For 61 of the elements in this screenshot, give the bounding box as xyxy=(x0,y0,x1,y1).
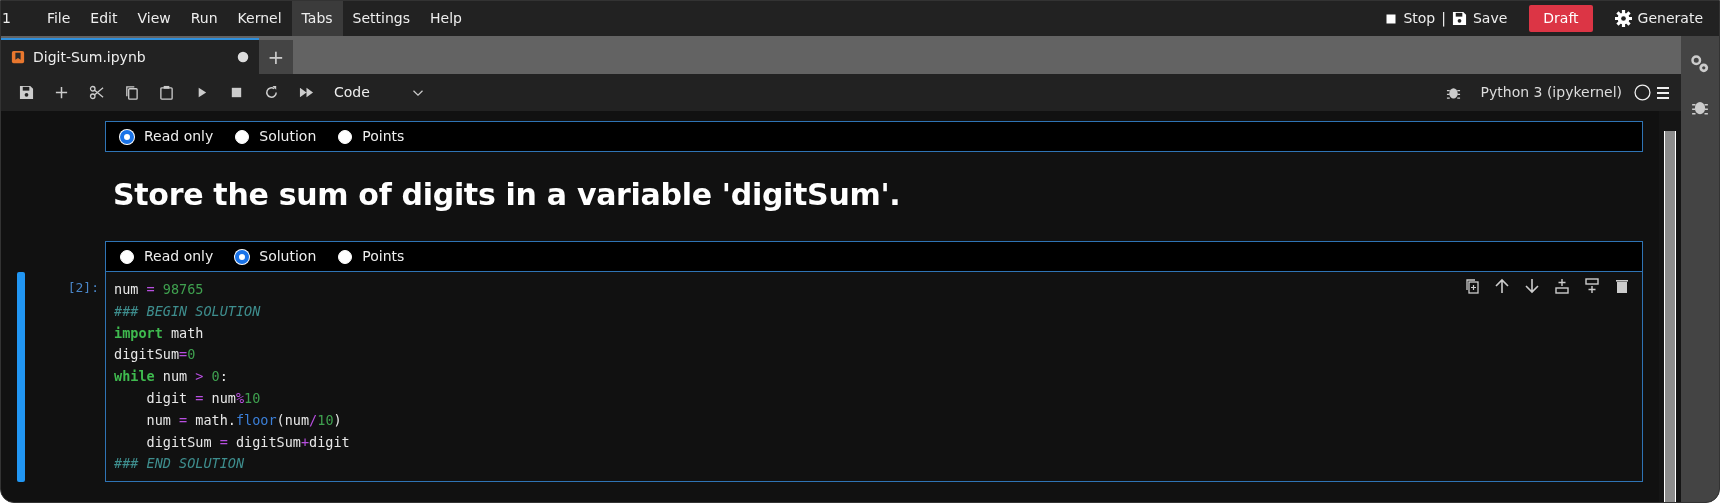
menu-item[interactable]: Run xyxy=(180,1,228,36)
code-line: digit = num%10 xyxy=(145,389,261,408)
duplicate-icon[interactable] xyxy=(1464,278,1480,294)
code-editor[interactable]: num = 98765 ### BEGIN SOLUTION import math digitSum=0 while num > 0: digit = num%10 num = math.floor(num/10) digitSum = digitSum+digit ### END SOLUTION xyxy=(105,272,1643,482)
code-line: num = math.floor(num/10) xyxy=(145,410,342,430)
menu-item[interactable]: View xyxy=(127,1,181,36)
tab-label: Digit-Sum.ipynb xyxy=(33,47,147,67)
stop-button[interactable]: Stop xyxy=(1403,8,1436,29)
paste-icon[interactable] xyxy=(159,85,174,100)
trash-icon[interactable] xyxy=(1614,278,1630,294)
cell-type-dropdown[interactable]: Code xyxy=(334,82,424,103)
code-line: ### BEGIN SOLUTION xyxy=(114,301,261,321)
gears-icon[interactable] xyxy=(1690,54,1710,74)
stop-icon xyxy=(1385,12,1398,25)
radio-option[interactable]: Read only xyxy=(120,126,214,147)
arrow-down-icon[interactable] xyxy=(1524,278,1540,294)
cell-prompt: [2]: xyxy=(67,279,100,297)
kernel-status-icon xyxy=(1634,84,1651,101)
code-line: digitSum = digitSum+digit xyxy=(145,432,350,452)
scrollbar[interactable] xyxy=(1664,131,1676,502)
file-tab[interactable]: Digit-Sum.ipynb xyxy=(1,38,259,74)
menu-item[interactable]: Kernel xyxy=(227,1,292,36)
unsaved-dot-icon xyxy=(237,51,249,63)
fast-forward-icon[interactable] xyxy=(299,85,314,100)
code-line: while num > 0: xyxy=(114,367,228,387)
bug-icon[interactable] xyxy=(1445,85,1461,100)
save-button[interactable]: Save xyxy=(1472,8,1508,29)
generate-button[interactable]: Generate xyxy=(1637,8,1703,29)
radio-option[interactable]: Points xyxy=(338,246,405,267)
gear-icon xyxy=(1614,10,1632,27)
add-icon[interactable] xyxy=(54,85,69,100)
radio-option[interactable]: Read only xyxy=(120,246,214,267)
kernel-name[interactable]: Python 3 (ipykernel) xyxy=(1480,82,1622,103)
code-line: ### END SOLUTION xyxy=(114,454,245,474)
menu-item[interactable]: Tabs xyxy=(291,1,343,36)
radio-option[interactable]: Solution xyxy=(235,126,317,147)
save-icon xyxy=(1451,11,1467,26)
copy-icon[interactable] xyxy=(124,85,139,100)
menu-item[interactable]: Settings xyxy=(342,1,420,36)
menu-text: 1 xyxy=(2,9,11,28)
new-tab-button[interactable]: + xyxy=(259,40,293,74)
insert-above-icon[interactable] xyxy=(1554,278,1570,294)
code-line: digitSum=0 xyxy=(114,345,196,365)
menu-item[interactable]: Edit xyxy=(80,1,128,36)
restart-icon[interactable] xyxy=(264,85,279,100)
cut-icon[interactable] xyxy=(89,85,104,100)
menu-icon[interactable] xyxy=(1655,84,1671,101)
save-icon[interactable] xyxy=(19,85,34,100)
code-line: import math xyxy=(114,323,204,343)
draft-button[interactable]: Draft xyxy=(1529,5,1593,32)
arrow-up-icon[interactable] xyxy=(1494,278,1510,294)
markdown-heading: Store the sum of digits in a variable 'digitSum'. xyxy=(113,176,902,214)
menu-item[interactable]: Help xyxy=(420,1,472,36)
insert-below-icon[interactable] xyxy=(1584,278,1600,294)
separator-text: | xyxy=(1441,9,1446,29)
notebook-icon xyxy=(11,50,25,64)
code-line: num = 98765 xyxy=(114,280,204,299)
radio-option[interactable]: Solution xyxy=(235,246,317,267)
radio-option[interactable]: Points xyxy=(338,126,405,147)
menu-item[interactable]: File xyxy=(36,1,81,36)
stop-icon[interactable] xyxy=(229,85,244,100)
